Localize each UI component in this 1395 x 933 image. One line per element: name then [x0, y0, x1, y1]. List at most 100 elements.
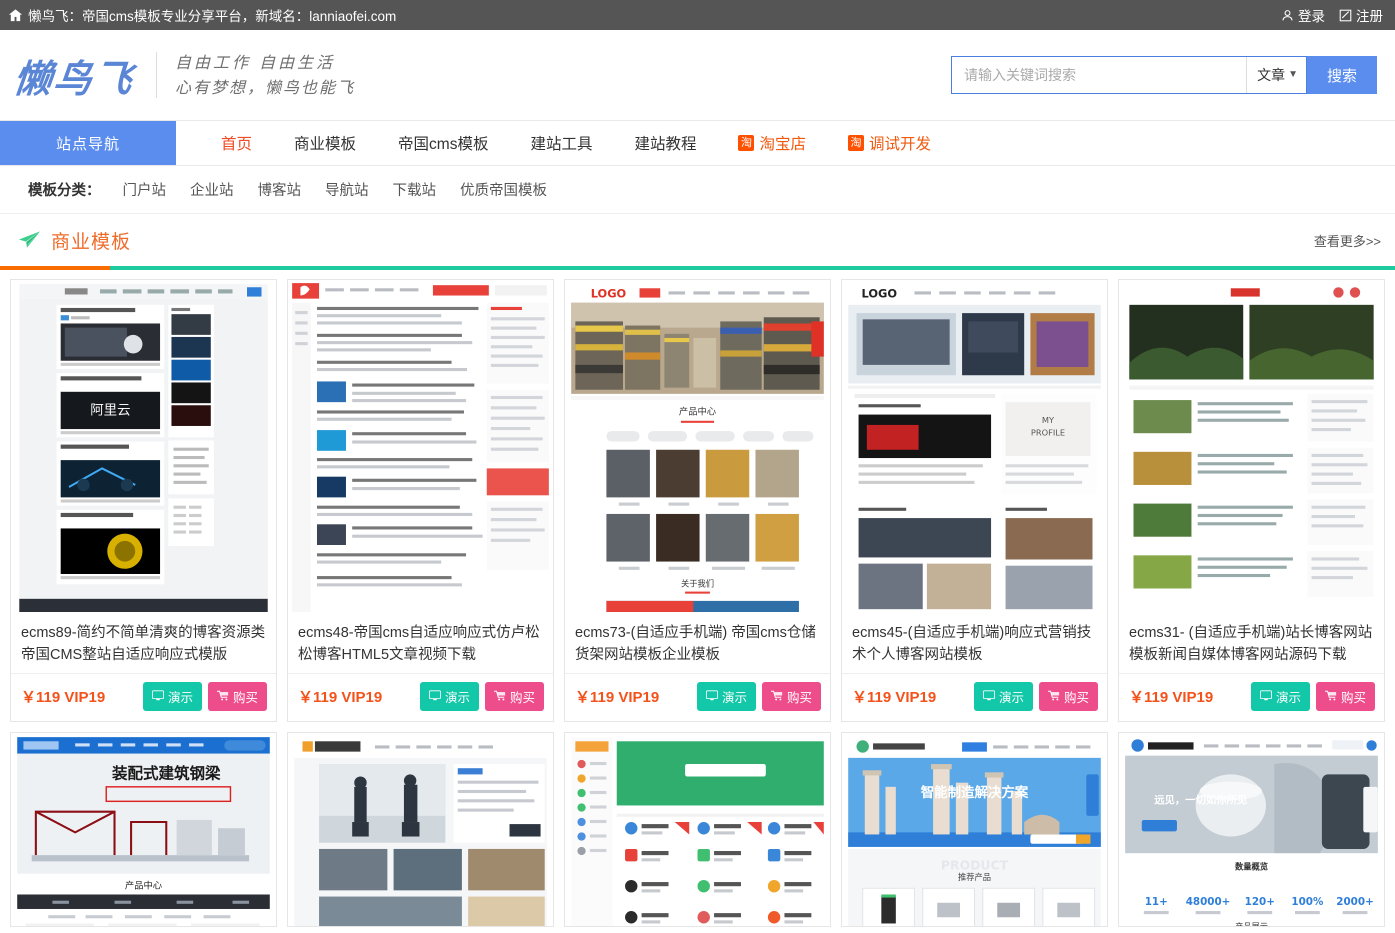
template-thumbnail-marketing[interactable]: LOGO MY PROFILE — [842, 280, 1107, 612]
buy-button[interactable]: 购买 — [207, 682, 267, 711]
template-card-title[interactable]: ecms48-帝国cms自适应响应式仿卢松松博客HTML5文章视频下载 — [288, 612, 553, 674]
category-link-download[interactable]: 下载站 — [381, 179, 449, 200]
template-card[interactable]: 远见，一切如你所见 数量概览 11+ 48000+ 120+ 100% 2000… — [1118, 732, 1385, 927]
svg-text:LOGO: LOGO — [862, 287, 898, 301]
template-thumbnail-nature-blog[interactable] — [1119, 280, 1384, 612]
cart-icon — [216, 690, 229, 704]
template-thumbnail-industry-blue[interactable]: 装配式建筑钢梁 产品中心 — [11, 733, 276, 926]
template-category-bar: 模板分类： 门户站 企业站 博客站 导航站 下载站 优质帝国模板 — [0, 166, 1395, 214]
template-grid-row-1: 阿里云 ecms89-简约不简单清爽的博客资源类帝国CMS整站自适应响应式模版 … — [10, 279, 1385, 722]
monitor-icon — [1259, 689, 1272, 704]
template-thumbnail-business-people[interactable] — [288, 733, 553, 926]
demo-button[interactable]: 演示 — [419, 682, 479, 711]
buy-button[interactable]: 购买 — [761, 682, 821, 711]
login-link[interactable]: 登录 — [1281, 5, 1325, 25]
template-grid-row-2: 装配式建筑钢梁 产品中心 智能制造解决方案 PRODUCT 推荐产品 远见，一切… — [10, 732, 1385, 927]
cart-icon — [493, 690, 506, 704]
buy-label: 购买 — [509, 691, 535, 705]
demo-button[interactable]: 演示 — [696, 682, 756, 711]
template-card[interactable] — [564, 732, 831, 927]
search-input[interactable] — [951, 57, 1247, 93]
buy-label: 购买 — [1340, 691, 1366, 705]
template-card-footer: ￥119 VIP19 演示 购买 — [288, 674, 553, 721]
site-logo: 懒鸟飞 — [11, 55, 137, 101]
demo-button[interactable]: 演示 — [142, 682, 202, 711]
demo-button[interactable]: 演示 — [1250, 682, 1310, 711]
taobao-icon: 淘 — [848, 135, 864, 151]
svg-text:2000+: 2000+ — [1336, 896, 1373, 908]
template-thumbnail-blog-dark[interactable]: 阿里云 — [11, 280, 276, 612]
nav-item-commercial-templates[interactable]: 商业模板 — [273, 132, 377, 154]
svg-text:产品中心: 产品中心 — [125, 879, 162, 891]
buy-label: 购买 — [786, 691, 812, 705]
logo-block[interactable]: 懒鸟飞 自由工作 自由生活 心有梦想，懒鸟也能飞 — [11, 48, 355, 103]
svg-text:关于我们: 关于我们 — [681, 578, 714, 588]
register-link[interactable]: 注册 — [1339, 5, 1383, 25]
nav-item-taobao-shop-label: 淘宝店 — [759, 136, 806, 153]
template-card-footer: ￥119 VIP19 演示 购买 — [1119, 674, 1384, 721]
template-card-title[interactable]: ecms45-(自适应手机端)响应式营销技术个人博客网站模板 — [842, 612, 1107, 674]
template-card-title[interactable]: ecms73-(自适应手机端) 帝国cms仓储货架网站模板企业模板 — [565, 612, 830, 674]
category-link-blog[interactable]: 博客站 — [246, 179, 314, 200]
buy-button[interactable]: 购买 — [1315, 682, 1375, 711]
template-card-footer: ￥119 VIP19 演示 购买 — [11, 674, 276, 721]
category-link-premium[interactable]: 优质帝国模板 — [448, 179, 559, 200]
template-card-footer: ￥119 VIP19 演示 购买 — [565, 674, 830, 721]
nav-item-debug-dev[interactable]: 淘 调试开发 — [827, 132, 952, 154]
demo-label: 演示 — [444, 691, 470, 705]
template-card[interactable]: ecms31- (自适应手机端)站长博客网站模板新闻自媒体博客网站源码下载 ￥1… — [1118, 279, 1385, 722]
monitor-icon — [982, 689, 995, 704]
nav-brand-site-guide[interactable]: 站点导航 — [0, 121, 176, 165]
svg-text:推荐产品: 推荐产品 — [958, 872, 991, 882]
template-card-footer: ￥119 VIP19 演示 购买 — [842, 674, 1107, 721]
template-card[interactable]: LOGO — [564, 279, 831, 722]
buy-button[interactable]: 购买 — [1038, 682, 1098, 711]
svg-text:装配式建筑钢梁: 装配式建筑钢梁 — [111, 764, 221, 783]
template-card[interactable]: 阿里云 ecms89-简约不简单清爽的博客资源类帝国CMS整站自适应响应式模版 … — [10, 279, 277, 722]
nav-item-empirecms-templates[interactable]: 帝国cms模板 — [377, 132, 509, 154]
template-card-title[interactable]: ecms89-简约不简单清爽的博客资源类帝国CMS整站自适应响应式模版 — [11, 612, 276, 674]
site-slogan: 自由工作 自由生活 心有梦想，懒鸟也能飞 — [175, 50, 355, 100]
svg-text:智能制造解决方案: 智能制造解决方案 — [921, 784, 1029, 801]
template-card[interactable] — [287, 732, 554, 927]
nav-item-debug-dev-label: 调试开发 — [869, 136, 932, 153]
template-card-title[interactable]: ecms31- (自适应手机端)站长博客网站模板新闻自媒体博客网站源码下载 — [1119, 612, 1384, 674]
template-card[interactable]: 装配式建筑钢梁 产品中心 — [10, 732, 277, 927]
template-thumbnail-coffee-stats[interactable]: 远见，一切如你所见 数量概览 11+ 48000+ 120+ 100% 2000… — [1119, 733, 1384, 926]
template-card[interactable]: LOGO — [841, 279, 1108, 722]
template-thumbnail-warehouse[interactable]: LOGO 产品中心 关于我们 — [565, 280, 830, 612]
nav-item-taobao-shop[interactable]: 淘 淘宝店 — [717, 132, 827, 154]
section-view-more-link[interactable]: 查看更多>> — [1314, 231, 1381, 250]
demo-label: 演示 — [721, 691, 747, 705]
monitor-icon — [705, 689, 718, 704]
cart-icon — [1047, 690, 1060, 704]
template-thumbnail-chem-plant[interactable]: 智能制造解决方案 PRODUCT 推荐产品 — [842, 733, 1107, 926]
template-price: ￥119 VIP19 — [298, 689, 383, 706]
login-label: 登录 — [1298, 9, 1325, 24]
category-link-enterprise[interactable]: 企业站 — [178, 179, 246, 200]
monitor-icon — [428, 689, 441, 704]
paper-plane-icon — [18, 230, 41, 250]
demo-label: 演示 — [998, 691, 1024, 705]
nav-item-home[interactable]: 首页 — [200, 132, 273, 154]
search-button[interactable]: 搜索 — [1306, 56, 1377, 94]
buy-button[interactable]: 购买 — [484, 682, 544, 711]
template-card[interactable]: 智能制造解决方案 PRODUCT 推荐产品 — [841, 732, 1108, 927]
template-thumbnail-green-nav[interactable] — [565, 733, 830, 926]
nav-item-site-tutorials[interactable]: 建站教程 — [613, 132, 717, 154]
search-scope-select[interactable]: 文章 ▼ — [1246, 57, 1306, 93]
taobao-icon: 淘 — [738, 135, 755, 151]
template-card[interactable]: ecms48-帝国cms自适应响应式仿卢松松博客HTML5文章视频下载 ￥119… — [287, 279, 554, 722]
topbar-left: 懒鸟飞：帝国cms模板专业分享平台，新域名：lanniaofei.com — [8, 5, 396, 25]
template-grid-area: 阿里云 ecms89-简约不简单清爽的博客资源类帝国CMS整站自适应响应式模版 … — [0, 270, 1395, 927]
nav-item-site-tools[interactable]: 建站工具 — [509, 132, 613, 154]
category-link-portal[interactable]: 门户站 — [111, 179, 179, 200]
nav-items: 首页 商业模板 帝国cms模板 建站工具 建站教程 淘 淘宝店 淘 调试开发 — [176, 121, 952, 165]
section-underline-accent — [0, 266, 110, 270]
category-link-navigation[interactable]: 导航站 — [313, 179, 381, 200]
template-thumbnail-news-list[interactable] — [288, 280, 553, 612]
demo-button[interactable]: 演示 — [973, 682, 1033, 711]
demo-label: 演示 — [1275, 691, 1301, 705]
template-price: ￥119 VIP19 — [575, 689, 660, 706]
svg-text:PROFILE: PROFILE — [1031, 427, 1065, 437]
